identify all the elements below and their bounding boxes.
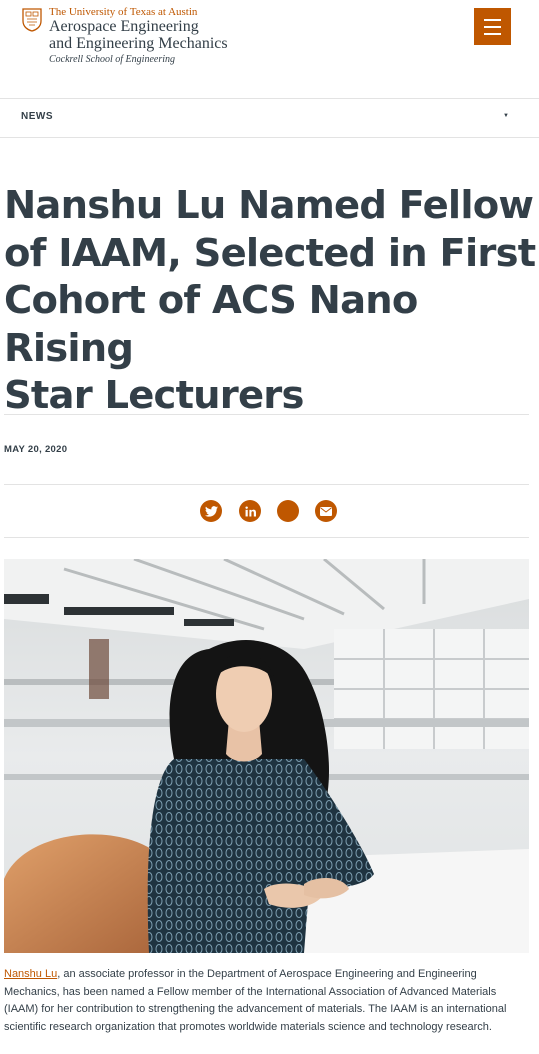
twitter-share-button[interactable] [200, 500, 222, 522]
linkedin-share-button[interactable] [239, 500, 261, 522]
headline-line: Nanshu Lu Named Fellow [4, 183, 534, 228]
article-photo [4, 559, 529, 953]
caret-down-icon[interactable]: ▼ [503, 113, 509, 119]
article-headline: Nanshu Lu Named Fellow of IAAM, Selected… [4, 182, 536, 420]
person-link[interactable]: Nanshu Lu [4, 968, 57, 980]
section-nav: NEWS ▼ [0, 98, 539, 138]
headline-line: of IAAM, Selected in First [4, 230, 536, 276]
site-logo[interactable]: The University of Texas at Austin Aerosp… [49, 6, 228, 66]
email-share-button[interactable] [315, 500, 337, 522]
department-name-line2: and Engineering Mechanics [49, 35, 228, 52]
university-name: The University of Texas at Austin [49, 6, 198, 18]
ut-seal-icon [22, 8, 42, 32]
department-name-line1: Aerospace Engineering [49, 18, 199, 35]
hamburger-menu-icon [484, 19, 501, 21]
school-name: Cockrell School of Engineering [49, 54, 175, 65]
linkedin-icon [244, 505, 256, 516]
twitter-icon [204, 505, 218, 517]
divider [4, 414, 529, 415]
headline-line: Star Lecturers [4, 373, 304, 418]
hamburger-menu-button[interactable] [474, 8, 511, 45]
divider [4, 484, 529, 485]
headline-line: Cohort of ACS Nano Rising [4, 278, 418, 371]
article-body: Nanshu Lu, an associate professor in the… [4, 966, 532, 1036]
article-date: MAY 20, 2020 [4, 444, 68, 455]
nav-news-link[interactable]: NEWS [21, 111, 53, 122]
divider [4, 537, 529, 538]
share-icon[interactable] [277, 500, 299, 522]
email-icon [320, 506, 332, 516]
site-header: The University of Texas at Austin Aerosp… [0, 0, 539, 98]
body-paragraph: , an associate professor in the Departme… [4, 968, 507, 1033]
portrait-image [4, 559, 529, 953]
